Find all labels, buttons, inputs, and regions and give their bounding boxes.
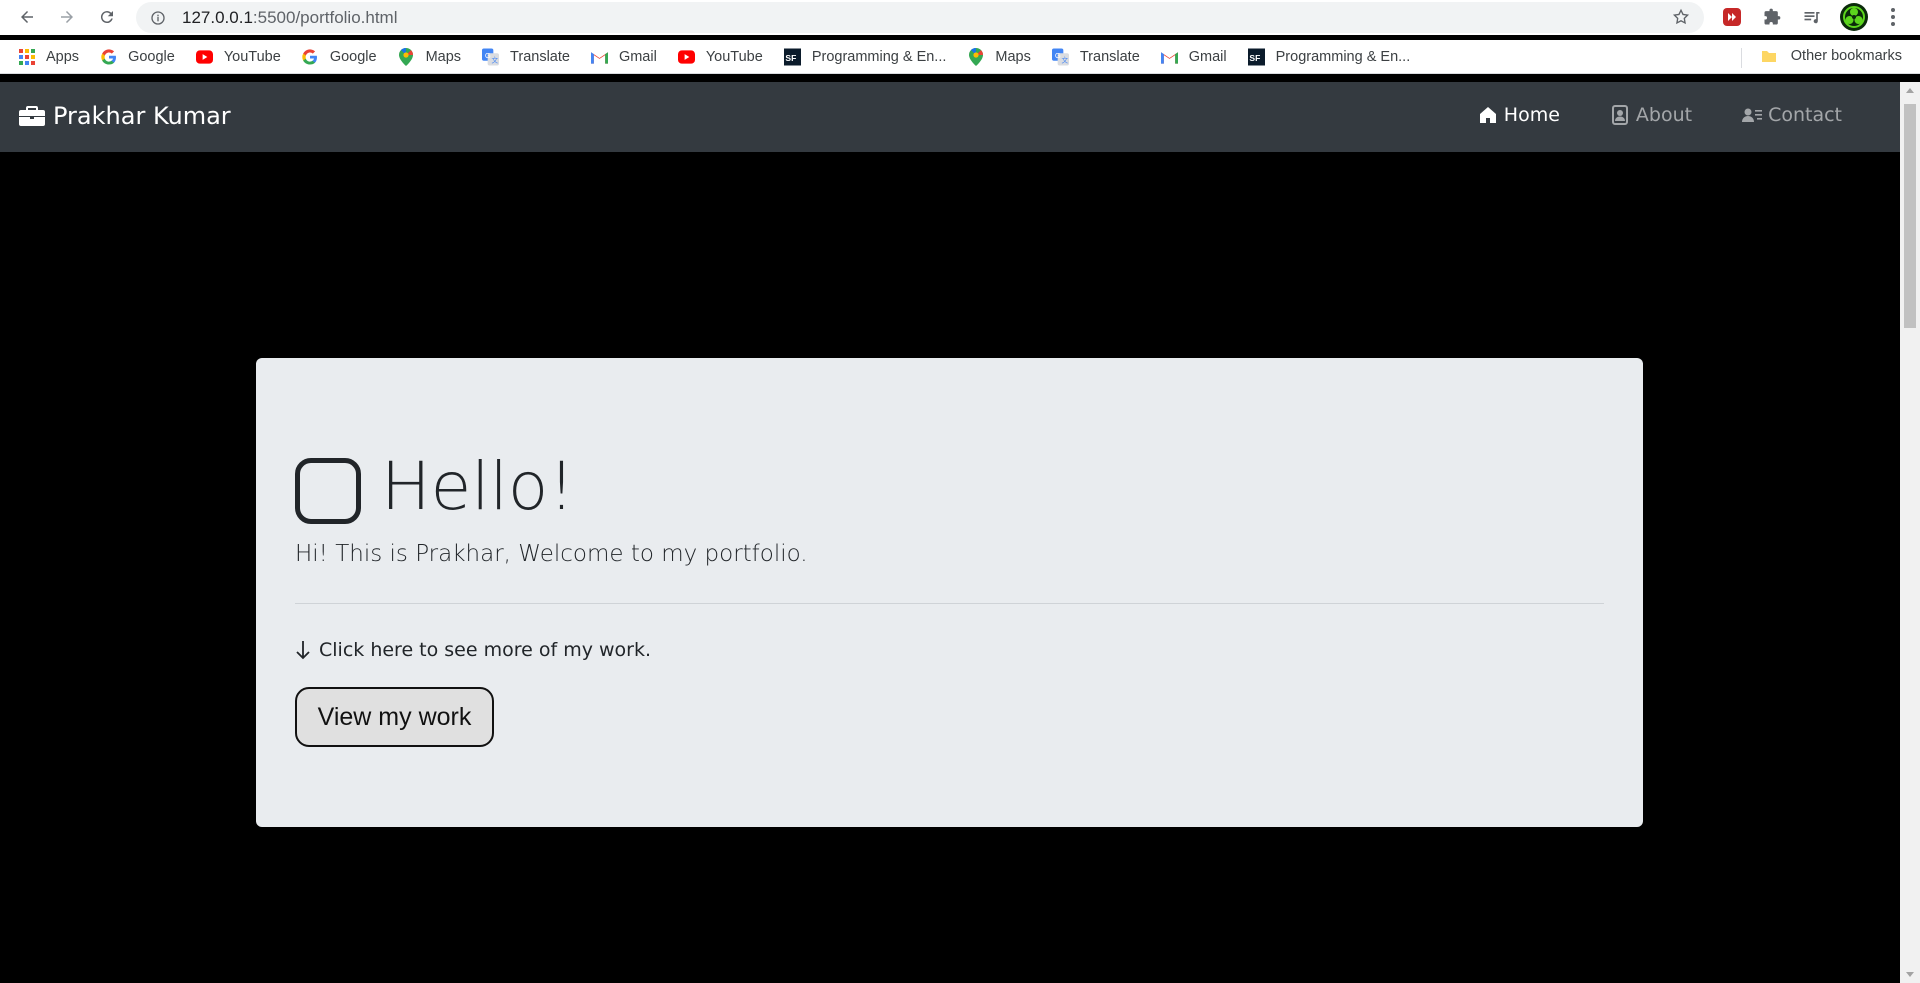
bookmark-gmail[interactable]: Gmail [590,48,657,65]
view-my-work-button[interactable]: View my work [295,687,494,747]
bookmark-maps[interactable]: Maps [398,47,462,66]
sf-icon: SF [783,48,801,65]
bookmark-label: Programming & En... [1275,48,1411,65]
extension-red-icon[interactable] [1721,6,1743,28]
bookmark-maps[interactable]: Maps [967,47,1031,66]
bookmark-youtube[interactable]: YouTube [677,48,763,65]
nav-contact-label: Contact [1768,104,1842,126]
bookmark-label: Gmail [1188,48,1227,65]
nav-about-label: About [1635,104,1693,126]
forward-arrow-icon [61,11,73,23]
youtube-icon [677,48,695,65]
scroll-down-arrow-icon[interactable] [1906,972,1914,977]
bookmark-gmail[interactable]: Gmail [1160,48,1227,65]
person-badge-icon [1611,105,1628,125]
other-bookmarks-label: Other bookmarks [1790,48,1902,64]
navbar-brand[interactable]: Prakhar Kumar [19,102,231,130]
svg-text:G: G [1055,50,1061,59]
other-bookmarks[interactable]: Other bookmarks [1761,48,1902,64]
home-icon [1479,107,1496,123]
bookmarks-bar: Apps Google YouTube Google Maps G文 Trans… [0,40,1920,74]
youtube-icon [195,48,213,65]
back-arrow-icon [21,11,33,23]
person-lines-icon [1742,108,1763,122]
hero-lead: Hi! This is Prakhar, Welcome to my portf… [295,541,808,567]
url-text: 127.0.0.1:5500/portfolio.html [182,7,398,27]
nav-contact[interactable]: Contact [1742,104,1842,126]
forward-button[interactable] [50,0,84,34]
see-more-label: Click here to see more of my work. [319,639,652,661]
gmail-icon [590,48,608,65]
reload-icon [100,11,113,24]
svg-text:文: 文 [491,55,498,64]
translate-icon: G文 [1051,48,1069,65]
see-more-text: Click here to see more of my work. [295,639,651,661]
bookmark-programming[interactable]: SF Programming & En... [1247,48,1411,65]
gmail-icon [1160,48,1178,65]
bookmark-label: Apps [46,48,80,65]
page-viewport: Prakhar Kumar Home About Contact Hello! … [0,82,1900,983]
bookmark-label: YouTube [223,48,281,65]
bookmark-label: Maps [425,48,462,65]
briefcase-icon [19,106,45,126]
bookmark-label: Translate [1079,48,1140,65]
svg-text:SF: SF [785,52,796,62]
rounded-square-icon [295,457,361,524]
arrow-down-icon [296,641,310,660]
bookmark-label: Maps [995,48,1031,65]
hero-divider [295,603,1604,604]
bookmark-apps[interactable]: Apps [18,48,79,65]
address-bar[interactable]: 127.0.0.1:5500/portfolio.html [136,2,1704,33]
bookmark-google[interactable]: Google [302,48,377,65]
bookmark-google[interactable]: Google [100,48,175,65]
nav-links: Home About Contact [1428,104,1842,126]
reload-button[interactable] [90,0,124,34]
apps-grid-icon [18,48,35,65]
folder-icon [1761,48,1777,64]
scroll-up-arrow-icon[interactable] [1906,88,1914,93]
bookmarks-divider [1741,48,1742,68]
nav-home-label: Home [1503,104,1560,126]
extensions-puzzle-icon[interactable] [1761,6,1783,28]
hero-heading: Hello! [295,448,575,525]
bookmark-programming[interactable]: SF Programming & En... [783,48,947,65]
scrollbar-thumb[interactable] [1904,104,1916,328]
svg-text:G: G [485,50,491,59]
back-button[interactable] [10,0,44,34]
nav-home[interactable]: Home [1478,104,1560,126]
bookmark-label: Translate [510,48,570,65]
media-queue-icon[interactable] [1801,6,1823,28]
brand-name: Prakhar Kumar [53,102,231,130]
browser-toolbar: 127.0.0.1:5500/portfolio.html [0,0,1920,35]
info-icon [151,10,165,25]
google-icon [100,48,117,65]
browser-menu-icon[interactable] [1882,6,1904,28]
navbar: Prakhar Kumar Home About Contact [0,82,1900,152]
translate-icon: G文 [482,48,500,65]
nav-about[interactable]: About [1610,104,1692,126]
page-scrollbar[interactable] [1900,82,1920,983]
bookmark-label: Google [329,48,377,65]
biohazard-avatar-icon [1840,3,1868,31]
bookmark-youtube[interactable]: YouTube [195,48,281,65]
bookmark-label: Gmail [618,48,657,65]
bookmark-translate[interactable]: G文 Translate [482,48,570,65]
bookmark-star-icon[interactable] [1672,8,1690,26]
hero-jumbotron: Hello! Hi! This is Prakhar, Welcome to m… [256,358,1643,827]
bookmark-translate[interactable]: G文 Translate [1051,48,1140,65]
bookmark-label: YouTube [705,48,763,65]
google-icon [302,48,319,65]
sf-icon: SF [1247,48,1265,65]
maps-icon [967,47,984,66]
maps-icon [398,47,415,66]
svg-text:SF: SF [1249,52,1260,62]
bookmark-label: Programming & En... [811,48,947,65]
hero-heading-text: Hello! [381,448,575,525]
svg-text:文: 文 [1061,55,1068,64]
bookmark-label: Google [128,48,175,65]
profile-avatar[interactable] [1840,3,1868,31]
